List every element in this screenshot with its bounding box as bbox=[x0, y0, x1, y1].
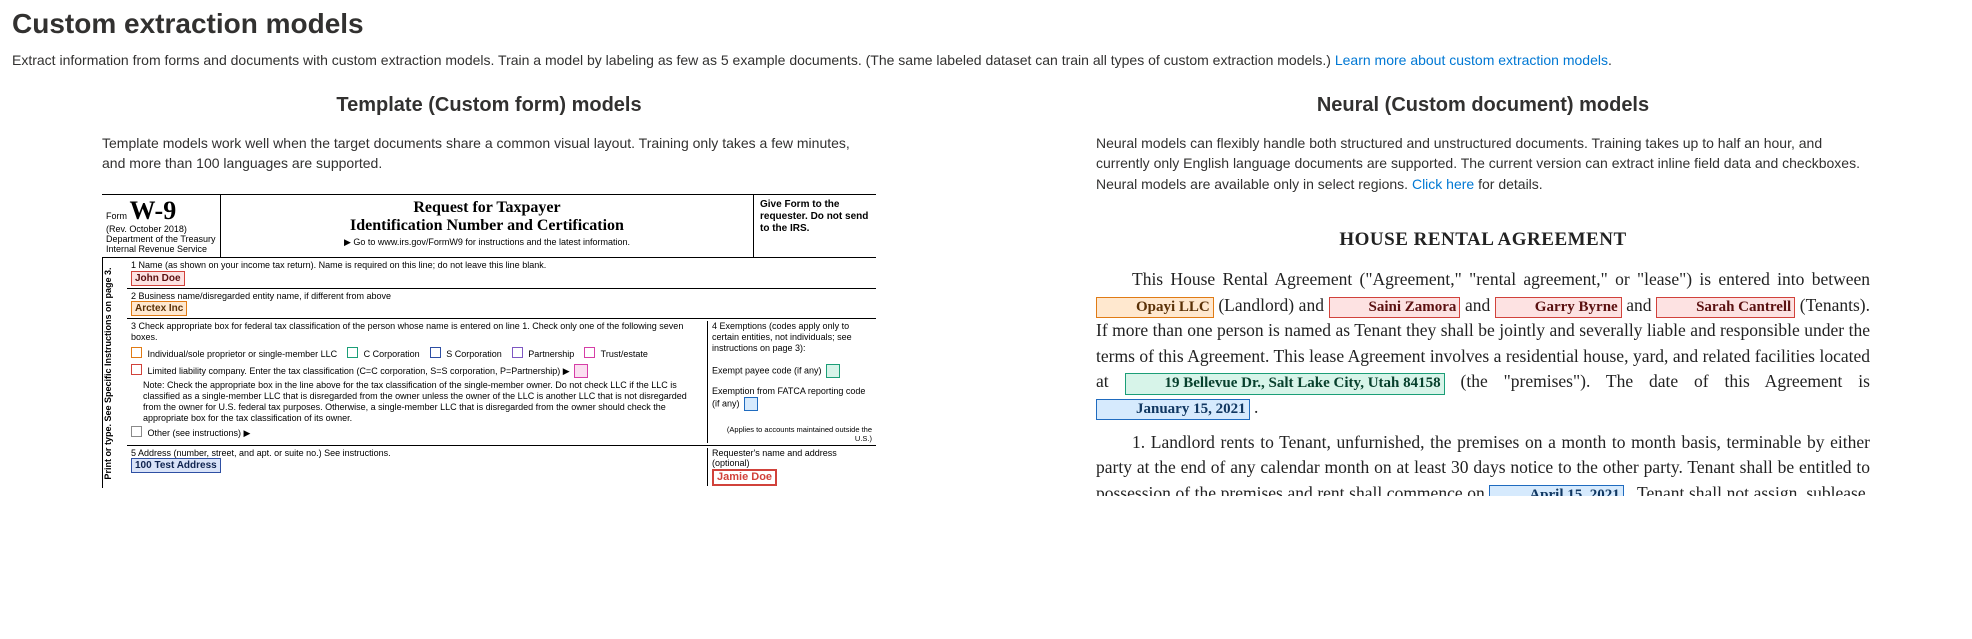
lease-p1a: This House Rental Agreement ("Agreement,… bbox=[1132, 269, 1870, 289]
lease-address: 19 Bellevue Dr., Salt Lake City, Utah 84… bbox=[1125, 373, 1445, 395]
w9-title2: Identification Number and Certification bbox=[225, 217, 749, 235]
w9-exempt-payee-box bbox=[826, 364, 840, 378]
w9-dept1: Department of the Treasury bbox=[106, 234, 216, 244]
lease-p1e: . bbox=[1254, 397, 1258, 417]
lease-title: HOUSE RENTAL AGREEMENT bbox=[1096, 226, 1870, 254]
w9-form-label: Form bbox=[106, 211, 127, 221]
lease-p1d: (the "premises"). The date of this Agree… bbox=[1461, 371, 1870, 391]
lease-tenant2: Garry Byrne bbox=[1495, 297, 1622, 319]
w9-dept2: Internal Revenue Service bbox=[106, 244, 207, 254]
w9-requester-label: Requester's name and address (optional) bbox=[712, 448, 872, 470]
w9-goto: ▶ Go to www.irs.gov/FormW9 for instructi… bbox=[225, 237, 749, 248]
neural-click-here-link[interactable]: Click here bbox=[1412, 176, 1474, 192]
w9-line4-header: 4 Exemptions (codes apply only to certai… bbox=[712, 321, 872, 353]
learn-more-link[interactable]: Learn more about custom extraction model… bbox=[1335, 52, 1608, 68]
lease-tenant1: Saini Zamora bbox=[1329, 297, 1461, 319]
w9-ck-other bbox=[131, 426, 142, 437]
w9-rev: (Rev. October 2018) bbox=[106, 224, 187, 234]
lease-agreement-date: January 15, 2021 bbox=[1096, 399, 1250, 421]
neural-section-desc: Neural models can flexibly handle both s… bbox=[1096, 133, 1870, 194]
w9-ck-llc bbox=[131, 364, 142, 375]
w9-side-tab: Print or type. See Specific Instructions… bbox=[102, 258, 127, 489]
neural-desc-part2: for details. bbox=[1478, 176, 1543, 192]
template-section-title: Template (Custom form) models bbox=[102, 94, 876, 117]
w9-requester-value: Jamie Doe bbox=[712, 469, 777, 486]
lease-start-date: April 15, 2021 bbox=[1489, 485, 1623, 496]
w9-fatca-box bbox=[744, 397, 758, 411]
template-section-desc: Template models work well when the targe… bbox=[102, 133, 876, 174]
lease-para-1: This House Rental Agreement ("Agreement,… bbox=[1096, 267, 1870, 420]
w9-line5-value: 100 Test Address bbox=[131, 458, 221, 473]
w9-opt-other: Other (see instructions) ▶ bbox=[148, 428, 251, 438]
w9-fatca-label: Exemption from FATCA reporting code (if … bbox=[712, 386, 865, 408]
w9-give-form: Give Form to the requester. Do not send … bbox=[753, 195, 876, 257]
lease-and2: and bbox=[1626, 295, 1656, 315]
w9-line2-value: Arctex Inc bbox=[131, 301, 187, 316]
w9-fatca-note: (Applies to accounts maintained outside … bbox=[712, 425, 872, 443]
w9-line5-label: 5 Address (number, street, and apt. or s… bbox=[131, 448, 703, 459]
w9-form-number: W-9 bbox=[130, 196, 177, 225]
lease-sample-document: HOUSE RENTAL AGREEMENT This House Rental… bbox=[1096, 214, 1870, 496]
w9-ck-trust bbox=[584, 347, 595, 358]
w9-line3-label: 3 Check appropriate box for federal tax … bbox=[131, 321, 703, 343]
w9-llc-class-box bbox=[574, 364, 588, 378]
page-description-text: Extract information from forms and docum… bbox=[12, 52, 1335, 68]
w9-opt-a: Individual/sole proprietor or single-mem… bbox=[148, 349, 338, 359]
page-description: Extract information from forms and docum… bbox=[12, 52, 1960, 68]
w9-ck-partnership bbox=[512, 347, 523, 358]
lease-and1: and bbox=[1465, 295, 1495, 315]
w9-line1-value: John Doe bbox=[131, 271, 185, 286]
lease-p1b: (Landlord) and bbox=[1218, 295, 1328, 315]
w9-exempt-payee-label: Exempt payee code (if any) bbox=[712, 365, 822, 375]
w9-line2-label: 2 Business name/disregarded entity name,… bbox=[131, 291, 872, 302]
w9-opt-e: Trust/estate bbox=[601, 349, 648, 359]
w9-ck-scorp bbox=[430, 347, 441, 358]
w9-ck-ccorp bbox=[347, 347, 358, 358]
w9-opt-b: C Corporation bbox=[364, 349, 420, 359]
neural-section-title: Neural (Custom document) models bbox=[1096, 94, 1870, 117]
w9-llc-note: Note: Check the appropriate box in the l… bbox=[131, 380, 703, 423]
w9-sample-form: Form W-9 (Rev. October 2018) Department … bbox=[102, 194, 876, 489]
w9-line1-label: 1 Name (as shown on your income tax retu… bbox=[131, 260, 872, 271]
w9-title1: Request for Taxpayer bbox=[225, 199, 749, 217]
lease-tenant3: Sarah Cantrell bbox=[1656, 297, 1795, 319]
page-title: Custom extraction models bbox=[12, 8, 1960, 40]
w9-opt-c: S Corporation bbox=[446, 349, 502, 359]
w9-opt-llc: Limited liability company. Enter the tax… bbox=[148, 366, 570, 376]
w9-ck-individual bbox=[131, 347, 142, 358]
lease-para-2: 1. Landlord rents to Tenant, unfurnished… bbox=[1096, 430, 1870, 496]
w9-opt-d: Partnership bbox=[528, 349, 574, 359]
lease-landlord: Opayi LLC bbox=[1096, 297, 1214, 319]
